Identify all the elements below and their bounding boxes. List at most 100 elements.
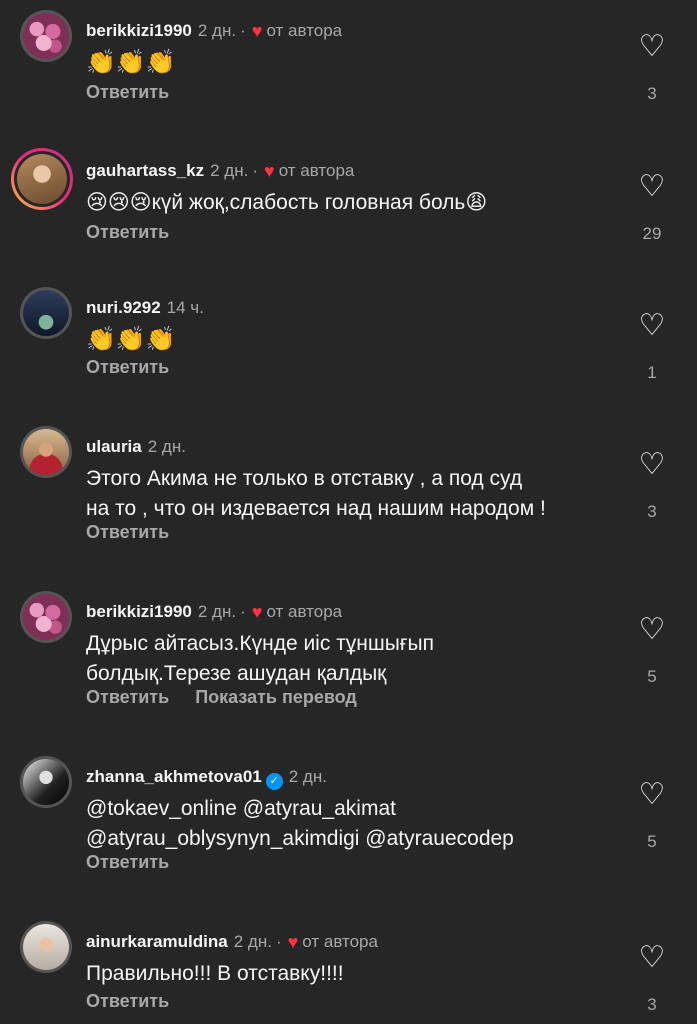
- like-control: ♡ 3: [636, 943, 668, 1015]
- like-count: 3: [647, 84, 657, 103]
- author-heart-icon: ♥: [264, 161, 275, 181]
- comment-item: gauhartass_kz 2 дн. · ♥ от автора 😢😢😢күй жоқ…: [0, 150, 697, 270]
- reply-button[interactable]: Ответить: [86, 991, 169, 1011]
- heart-outline-icon[interactable]: ♡: [636, 172, 668, 202]
- username[interactable]: berikkizi1990: [86, 602, 192, 621]
- comment-header: berikkizi1990 2 дн. · ♥ от автора: [86, 601, 342, 623]
- like-control: ♡ 5: [636, 780, 668, 852]
- comment-emoji: 👏👏👏: [86, 326, 176, 353]
- separator-dot: ·: [275, 932, 282, 951]
- username[interactable]: ainurkaramuldina: [86, 932, 228, 951]
- comment-text: Этого Акима не только в отставку , а под…: [86, 464, 626, 524]
- avatar[interactable]: [20, 591, 72, 643]
- comment-item: ainurkaramuldina 2 дн. · ♥ от автора Правиль…: [0, 921, 697, 1024]
- comment-text: 😢😢😢күй жоқ,слабость головная боль😩: [86, 191, 488, 214]
- avatar[interactable]: [20, 287, 72, 339]
- avatar[interactable]: [20, 756, 72, 808]
- like-control: ♡ 3: [636, 32, 668, 104]
- avatar[interactable]: [20, 10, 72, 62]
- reply-button[interactable]: Ответить: [86, 522, 169, 542]
- timestamp: 2 дн.: [233, 932, 272, 951]
- username[interactable]: ulauria: [86, 437, 142, 456]
- comment-actions: Ответить: [86, 852, 169, 873]
- comment-actions: Ответить: [86, 357, 169, 378]
- comments-list: berikkizi1990 2 дн. · ♥ от автора 👏👏👏 Ответи…: [0, 0, 697, 1024]
- comment-header: berikkizi1990 2 дн. · ♥ от автора: [86, 20, 342, 42]
- comment-header: zhanna_akhmetova01 ✓ 2 дн.: [86, 766, 327, 790]
- author-like-label: от автора: [302, 932, 378, 951]
- reply-button[interactable]: Ответить: [86, 852, 169, 872]
- comment-item: berikkizi1990 2 дн. · ♥ от автора Дұрыс айта…: [0, 591, 697, 731]
- heart-outline-icon[interactable]: ♡: [636, 32, 668, 62]
- like-count: 3: [647, 502, 657, 521]
- username[interactable]: nuri.9292: [86, 298, 161, 317]
- like-count: 5: [647, 832, 657, 851]
- timestamp: 14 ч.: [166, 298, 204, 317]
- author-heart-icon: ♥: [287, 932, 299, 952]
- timestamp: 2 дн.: [288, 767, 327, 786]
- comment-text-line: на то , что он издевается над нашим наро…: [86, 497, 546, 520]
- like-count: 1: [647, 363, 657, 382]
- comment-item: nuri.9292 14 ч. 👏👏👏 Ответить ♡ 1: [0, 287, 697, 407]
- like-control: ♡ 3: [636, 450, 668, 522]
- username[interactable]: gauhartass_kz: [86, 161, 204, 180]
- comment-text-line: Этого Акима не только в отставку , а под…: [86, 467, 523, 490]
- reply-button[interactable]: Ответить: [86, 687, 169, 707]
- separator-dot: ·: [240, 21, 246, 40]
- comment-actions: Ответить: [86, 991, 169, 1012]
- timestamp: 2 дн.: [197, 602, 237, 621]
- author-heart-icon: ♥: [251, 602, 263, 622]
- comment-text-line[interactable]: @atyrau_oblysynyn_akimdigi @atyrauecodep: [86, 824, 626, 854]
- like-control: ♡ 5: [636, 615, 668, 687]
- comment-text: 👏👏👏: [86, 325, 626, 356]
- comment-header: ulauria 2 дн.: [86, 436, 186, 458]
- timestamp: 2 дн.: [210, 161, 249, 180]
- like-control: ♡ 29: [636, 172, 668, 244]
- comment-header: ainurkaramuldina 2 дн. · ♥ от автора: [86, 931, 378, 953]
- author-like-label: от автора: [266, 21, 343, 40]
- avatar[interactable]: [20, 921, 72, 973]
- comment-text: Дұрыс айтасыз.Күнде иіс тұншығып болдық.…: [86, 629, 626, 689]
- comment-item: berikkizi1990 2 дн. · ♥ от автора 👏👏👏 Ответи…: [0, 10, 697, 130]
- timestamp: 2 дн.: [147, 437, 186, 456]
- show-translation-button[interactable]: Показать перевод: [195, 687, 357, 707]
- comment-item: ulauria 2 дн. Этого Акима не только в отс…: [0, 426, 697, 566]
- comment-header: gauhartass_kz 2 дн. · ♥ от автора: [86, 160, 354, 182]
- like-count: 5: [647, 667, 657, 686]
- avatar[interactable]: [20, 426, 72, 478]
- heart-outline-icon[interactable]: ♡: [636, 943, 668, 973]
- comment-text-line: Дұрыс айтасыз.Күнде иіс тұншығып: [86, 632, 434, 655]
- heart-outline-icon[interactable]: ♡: [636, 780, 668, 810]
- comment-actions: Ответить: [86, 222, 169, 243]
- comment-actions: Ответить: [86, 82, 169, 103]
- separator-dot: ·: [240, 602, 246, 621]
- heart-outline-icon[interactable]: ♡: [636, 450, 668, 480]
- heart-outline-icon[interactable]: ♡: [636, 311, 668, 341]
- comment-text-line: болдық.Терезе ашудан қалдық: [86, 662, 387, 685]
- comment-text-line[interactable]: @tokaev_online @atyrau_akimat: [86, 794, 626, 824]
- timestamp: 2 дн.: [197, 21, 237, 40]
- like-count: 29: [642, 224, 662, 243]
- reply-button[interactable]: Ответить: [86, 82, 169, 102]
- comment-text: @tokaev_online @atyrau_akimat @atyrau_ob…: [86, 794, 626, 854]
- author-heart-icon: ♥: [251, 21, 263, 41]
- comment-actions: Ответить: [86, 522, 169, 543]
- username[interactable]: berikkizi1990: [86, 21, 192, 40]
- reply-button[interactable]: Ответить: [86, 222, 169, 242]
- like-count: 3: [647, 995, 657, 1014]
- like-control: ♡ 1: [636, 311, 668, 383]
- username[interactable]: zhanna_akhmetova01: [86, 767, 262, 786]
- comment-text: 👏👏👏: [86, 48, 626, 79]
- author-like-label: от автора: [266, 602, 343, 621]
- verified-badge-icon: ✓: [265, 773, 283, 790]
- comment-header: nuri.9292 14 ч.: [86, 297, 204, 319]
- avatar[interactable]: [11, 148, 73, 210]
- separator-dot: ·: [252, 161, 259, 180]
- reply-button[interactable]: Ответить: [86, 357, 169, 377]
- comment-text: Правильно!!! В отставку!!!!: [86, 962, 344, 985]
- author-like-label: от автора: [278, 161, 355, 180]
- comment-actions: Ответить Показать перевод: [86, 687, 357, 708]
- heart-outline-icon[interactable]: ♡: [636, 615, 668, 645]
- comment-emoji: 👏👏👏: [86, 49, 176, 76]
- comment-item: zhanna_akhmetova01 ✓ 2 дн. @tokaev_online …: [0, 756, 697, 896]
